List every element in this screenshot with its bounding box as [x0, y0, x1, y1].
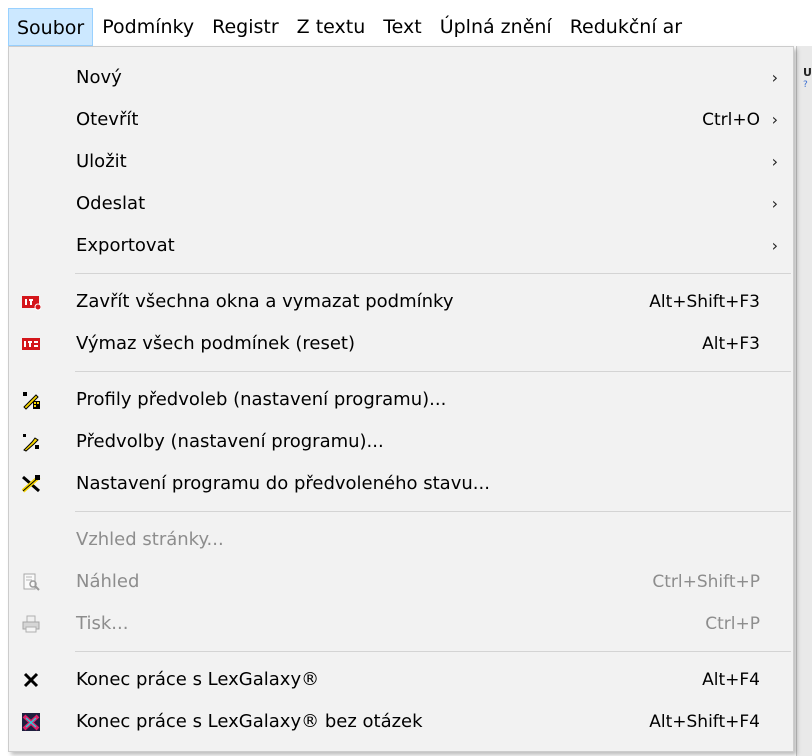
- background-window-fragment: ?: [803, 80, 808, 90]
- menu-item-label: Tisk...: [76, 613, 129, 634]
- defaults-tools-icon: [21, 475, 41, 493]
- menu-item-print[interactable]: Tisk... Ctrl+P: [9, 603, 793, 645]
- preview-icon: [23, 573, 40, 591]
- reset-red-icon: [22, 338, 40, 350]
- menu-item-profiles[interactable]: Profily předvoleb (nastavení programu)..…: [9, 379, 793, 421]
- menu-uplna-zneni[interactable]: Úplná znění: [431, 8, 561, 46]
- print-icon: [22, 615, 40, 633]
- preferences-wrench-icon: [23, 434, 39, 452]
- quit-force-icon: [22, 713, 40, 731]
- menu-item-send[interactable]: Odeslat ›: [9, 183, 793, 225]
- menu-item-label: Zavřít všechna okna a vymazat podmínky: [76, 291, 454, 312]
- menu-item-new[interactable]: Nový ›: [9, 57, 793, 99]
- menu-separator: [75, 273, 791, 274]
- menu-item-quit-force[interactable]: Konec práce s LexGalaxy® bez otázek Alt+…: [9, 701, 793, 743]
- background-window-fragment: U: [803, 66, 812, 79]
- menu-item-quit[interactable]: Konec práce s LexGalaxy® Alt+F4: [9, 659, 793, 701]
- menu-item-shortcut: Ctrl+Shift+P: [652, 572, 760, 592]
- menu-separator: [75, 371, 791, 372]
- chevron-right-icon: ›: [771, 110, 778, 129]
- menu-soubor[interactable]: Soubor: [8, 8, 94, 46]
- menu-podminky[interactable]: Podmínky: [93, 8, 203, 46]
- menu-item-shortcut: Ctrl+O: [702, 110, 760, 130]
- menu-item-shortcut: Ctrl+P: [705, 614, 760, 634]
- menu-item-label: Otevřít: [76, 109, 139, 130]
- chevron-right-icon: ›: [771, 68, 778, 87]
- menu-registr[interactable]: Registr: [203, 8, 288, 46]
- menu-item-label: Konec práce s LexGalaxy®: [76, 669, 320, 690]
- menu-item-label: Nový: [76, 67, 122, 88]
- menu-item-close-all[interactable]: Zavřít všechna okna a vymazat podmínky A…: [9, 281, 793, 323]
- menu-item-shortcut: Alt+F4: [702, 670, 760, 690]
- menu-item-save[interactable]: Uložit ›: [9, 141, 793, 183]
- menu-item-label: Odeslat: [76, 193, 146, 214]
- chevron-right-icon: ›: [771, 152, 778, 171]
- menu-item-reset[interactable]: Výmaz všech podmínek (reset) Alt+F3: [9, 323, 793, 365]
- menu-item-preferences[interactable]: Předvolby (nastavení programu)...: [9, 421, 793, 463]
- chevron-right-icon: ›: [771, 194, 778, 213]
- menu-item-label: Předvolby (nastavení programu)...: [76, 431, 384, 452]
- profiles-wrench-icon: [23, 392, 40, 410]
- menu-item-export[interactable]: Exportovat ›: [9, 225, 793, 267]
- menu-item-label: Konec práce s LexGalaxy® bez otázek: [76, 711, 423, 732]
- menu-redukcni[interactable]: Redukční ar: [561, 8, 691, 46]
- background-window: U ?: [796, 46, 812, 756]
- menu-item-preview[interactable]: Náhled Ctrl+Shift+P: [9, 561, 793, 603]
- menu-item-shortcut: Alt+Shift+F3: [649, 292, 760, 312]
- menu-bar: Soubor Podmínky Registr Z textu Text Úpl…: [0, 0, 812, 46]
- menu-item-label: Výmaz všech podmínek (reset): [76, 333, 356, 354]
- menu-separator: [75, 511, 791, 512]
- close-all-red-icon: [22, 296, 41, 311]
- menu-item-page-setup[interactable]: Vzhled stránky...: [9, 519, 793, 561]
- menu-item-defaults[interactable]: Nastavení programu do předvoleného stavu…: [9, 463, 793, 505]
- menu-z-textu[interactable]: Z textu: [288, 8, 375, 46]
- chevron-right-icon: ›: [771, 236, 778, 255]
- menu-item-shortcut: Alt+F3: [702, 334, 760, 354]
- x-icon: [23, 672, 39, 688]
- menu-item-label: Náhled: [76, 571, 140, 592]
- menu-text[interactable]: Text: [374, 8, 430, 46]
- menu-item-label: Vzhled stránky...: [76, 529, 224, 550]
- menu-item-label: Uložit: [76, 151, 127, 172]
- menu-item-label: Nastavení programu do předvoleného stavu…: [76, 473, 490, 494]
- menu-separator: [75, 651, 791, 652]
- menu-item-shortcut: Alt+Shift+F4: [649, 712, 760, 732]
- menu-item-label: Exportovat: [76, 235, 175, 256]
- soubor-dropdown: Nový › Otevřít Ctrl+O › Uložit › Odeslat…: [8, 46, 794, 752]
- menu-item-open[interactable]: Otevřít Ctrl+O ›: [9, 99, 793, 141]
- menu-item-label: Profily předvoleb (nastavení programu)..…: [76, 389, 447, 410]
